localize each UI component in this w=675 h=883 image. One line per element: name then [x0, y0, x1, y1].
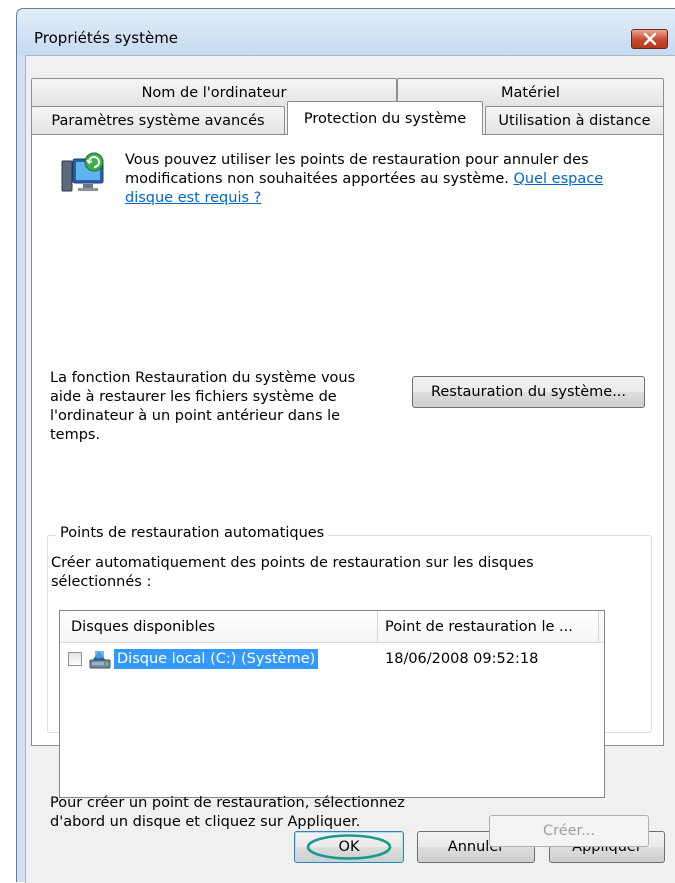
tab-remote[interactable]: Utilisation à distance [485, 106, 664, 135]
auto-restore-groupbox: Points de restauration automatiques Crée… [47, 525, 652, 798]
tab-label: Protection du système [303, 110, 467, 127]
create-button[interactable]: Créer... [489, 815, 649, 847]
restore-description: La fonction Restauration du système vous… [50, 370, 356, 443]
column-separator[interactable] [377, 611, 378, 643]
groupbox-legend: Points de restauration automatiques [56, 525, 329, 541]
list-header: Disques disponibles Point de restauratio… [60, 611, 604, 643]
system-properties-window: Propriétés système Nom de l'ordinateur M… [16, 8, 675, 883]
list-item[interactable]: Disque local (C:) (Système) 18/06/2008 0… [60, 649, 604, 673]
tab-advanced-settings[interactable]: Paramètres système avancés [31, 106, 285, 135]
disk-checkbox[interactable] [68, 652, 82, 666]
create-description: Pour créer un point de restauration, sél… [50, 795, 405, 830]
disk-name: Disque local (C:) (Système) [114, 649, 319, 669]
system-restore-icon [61, 152, 104, 192]
dialog-client-area: Nom de l'ordinateur Matériel Paramètres … [25, 55, 675, 883]
tab-system-protection[interactable]: Protection du système [287, 101, 483, 135]
tab-label: Nom de l'ordinateur [141, 85, 287, 101]
system-restore-button[interactable]: Restauration du système... [412, 376, 645, 408]
title-bar[interactable]: Propriétés système [17, 9, 675, 55]
system-protection-panel: Vous pouvez utiliser les points de resta… [31, 134, 664, 847]
ok-label: OK [338, 839, 360, 855]
available-disks-list[interactable]: Disques disponibles Point de restauratio… [59, 610, 605, 798]
tab-label: Matériel [501, 85, 560, 101]
drive-icon [89, 651, 111, 669]
column-header-disks[interactable]: Disques disponibles [71, 611, 371, 643]
tab-label: Utilisation à distance [498, 113, 651, 129]
window-title: Propriétés système [34, 29, 179, 47]
column-header-restore-point[interactable]: Point de restauration le ... [385, 611, 595, 643]
tab-label: Paramètres système avancés [51, 113, 265, 129]
auto-restore-description: Créer automatiquement des points de rest… [51, 555, 534, 590]
column-separator[interactable] [598, 611, 599, 643]
close-icon [643, 33, 656, 45]
ok-button[interactable]: OK [294, 831, 404, 863]
intro-text-block: Vous pouvez utiliser les points de resta… [125, 151, 645, 208]
disk-restore-point: 18/06/2008 09:52:18 [385, 651, 539, 667]
close-button[interactable] [631, 29, 668, 49]
